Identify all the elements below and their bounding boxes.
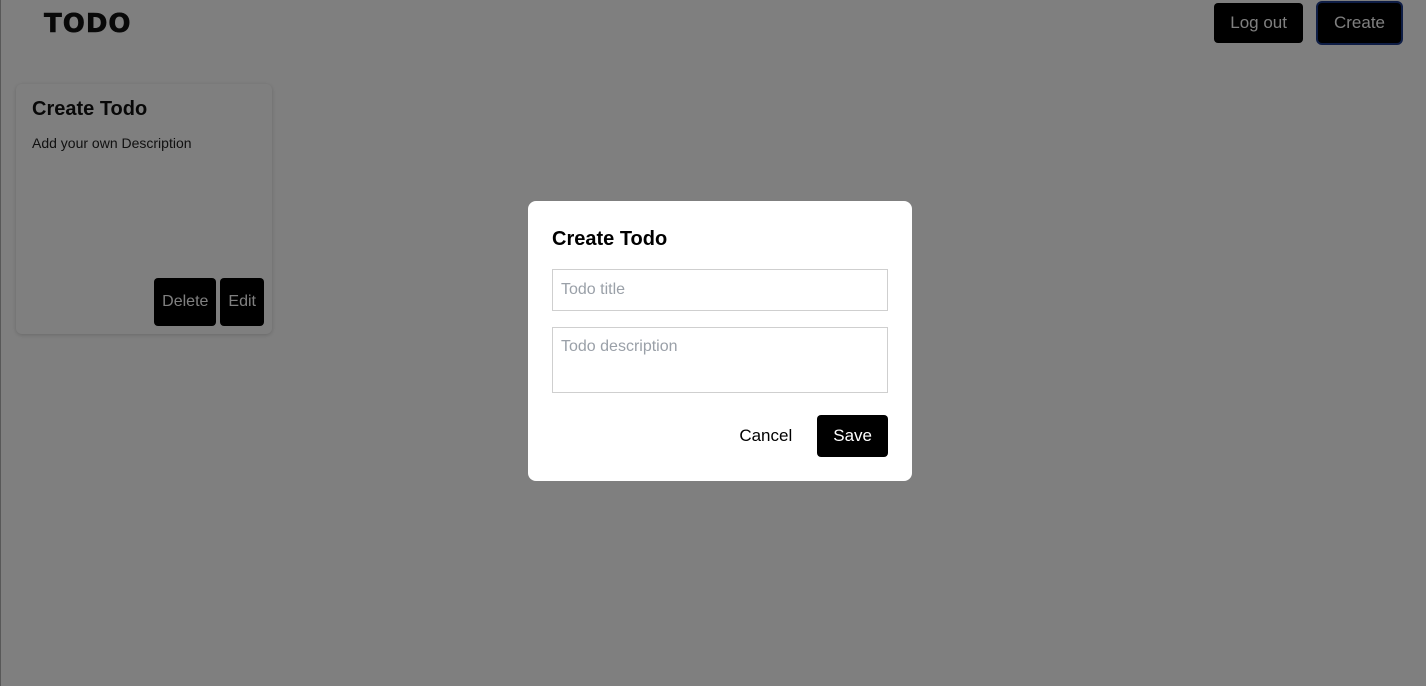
- modal-title: Create Todo: [552, 228, 668, 250]
- create-todo-modal: Create Todo Cancel Save: [528, 201, 912, 481]
- save-button[interactable]: Save: [817, 415, 888, 457]
- modal-actions: Cancel Save: [722, 415, 888, 457]
- todo-title-input[interactable]: [552, 269, 888, 311]
- todo-description-input[interactable]: [552, 327, 888, 393]
- cancel-button[interactable]: Cancel: [722, 415, 809, 457]
- app-page: TODO Log out Create Create Todo Add your…: [0, 0, 1426, 686]
